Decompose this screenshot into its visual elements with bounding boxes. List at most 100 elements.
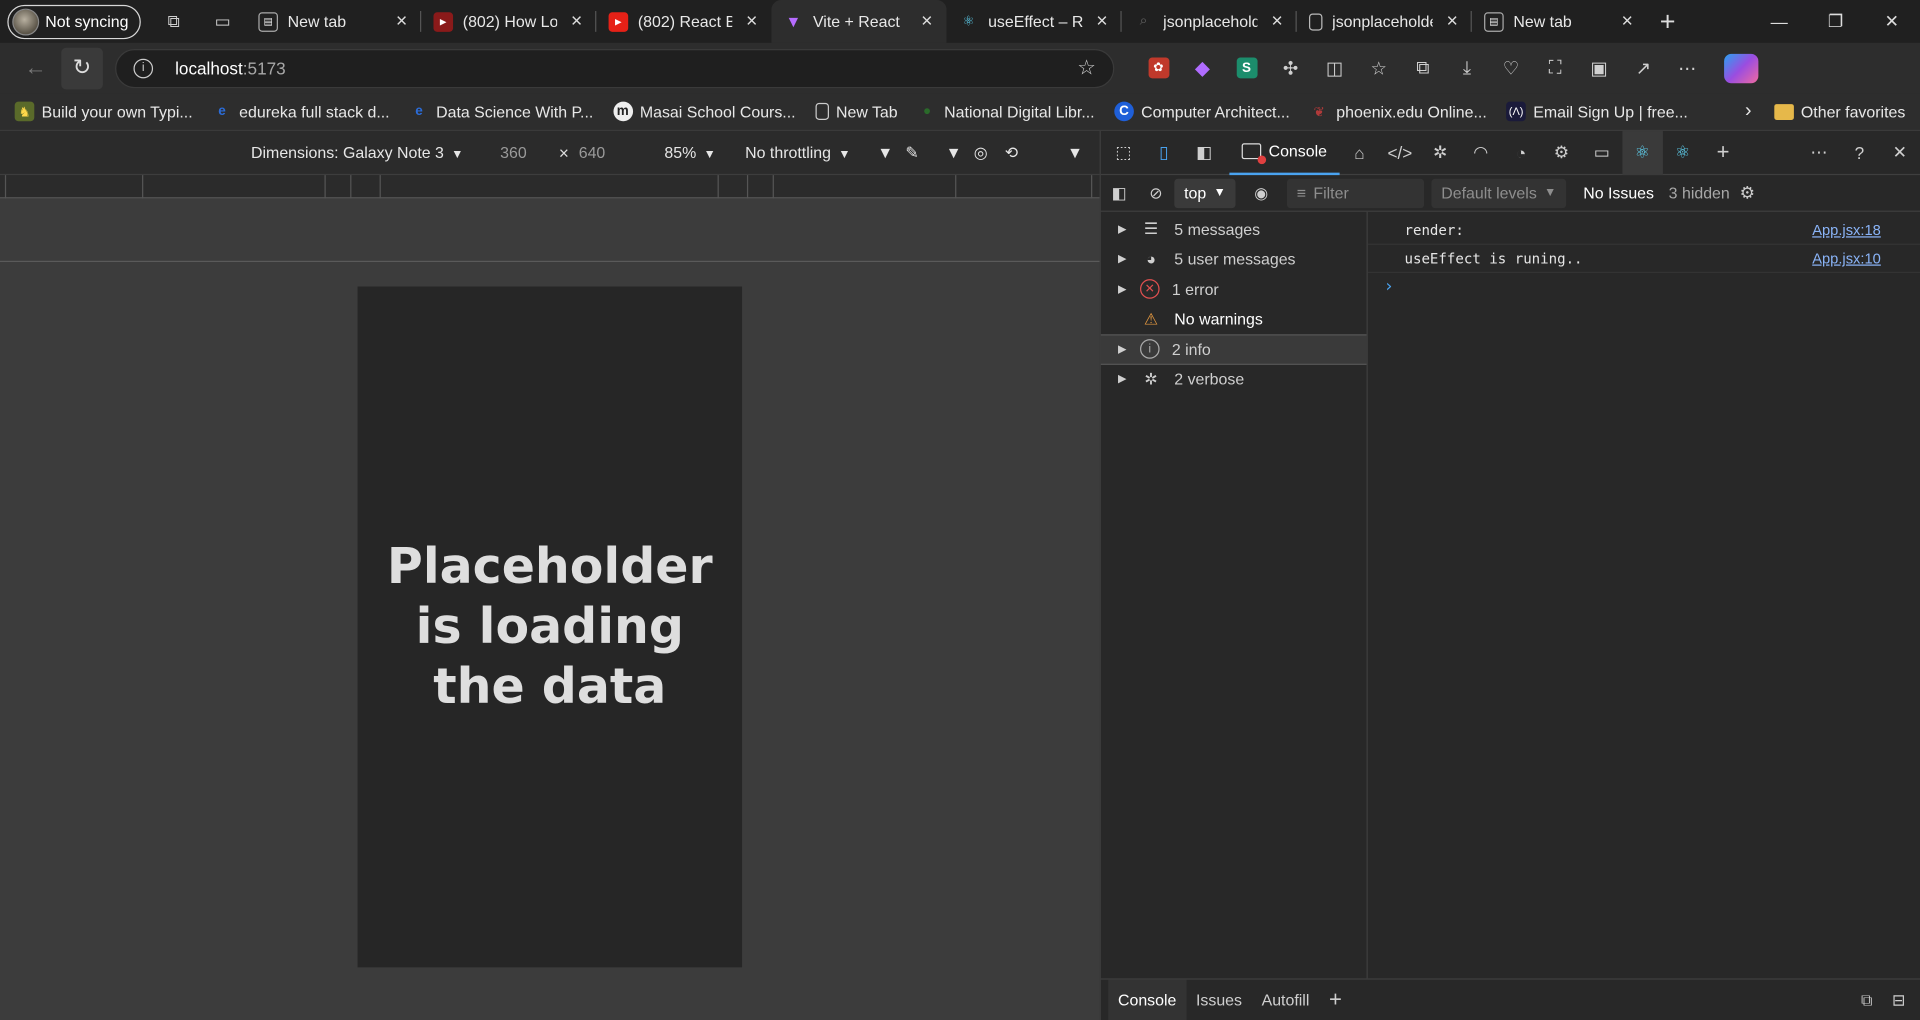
close-drawer-icon[interactable]: ⊟ <box>1892 990 1905 1010</box>
device-dimensions-select[interactable]: Dimensions: Galaxy Note 3 ▼ <box>251 143 463 161</box>
drawer-tab-issues[interactable]: Issues <box>1186 979 1252 1020</box>
eyedropper-icon[interactable]: ✎ <box>905 143 918 163</box>
sidebar-item-errors[interactable]: ▶ ✕ 1 error <box>1101 274 1367 304</box>
rotate-icon[interactable]: ⟲ <box>1005 143 1018 163</box>
log-levels-select[interactable]: Default levels ▼ <box>1431 178 1567 208</box>
more-menu-icon[interactable]: ⋯ <box>1665 48 1709 87</box>
close-icon[interactable]: × <box>1267 10 1287 32</box>
device-emulation-icon[interactable]: ▯ <box>1144 130 1184 174</box>
sources-bug-icon[interactable]: ✲ <box>1420 130 1460 174</box>
close-icon[interactable]: × <box>742 10 762 32</box>
close-icon[interactable]: × <box>1442 10 1462 32</box>
restore-icon[interactable]: ❐ <box>1807 0 1863 43</box>
welcome-home-icon[interactable]: ⌂ <box>1339 130 1379 174</box>
source-link[interactable]: App.jsx:18 <box>1812 222 1881 239</box>
settings-gear-icon[interactable]: ⚙ <box>1541 130 1581 174</box>
live-expression-eye-icon[interactable]: ◉ <box>1243 183 1280 203</box>
source-link[interactable]: App.jsx:10 <box>1812 250 1881 267</box>
zoom-select[interactable]: 85% ▼ <box>664 143 715 161</box>
bookmark-item[interactable]: e edureka full stack d... <box>202 102 399 122</box>
bookmark-item[interactable]: e Data Science With P... <box>399 102 603 122</box>
tab-youtube-2[interactable]: ▶ (802) React Basi × <box>596 0 771 43</box>
application-icon[interactable]: ▭ <box>1582 130 1622 174</box>
help-icon[interactable]: ? <box>1839 130 1879 174</box>
new-tab-button[interactable]: + <box>1647 6 1689 38</box>
workspaces-icon[interactable]: ⧉ <box>155 3 192 40</box>
sidebar-item-user-messages[interactable]: ▶ ◕ 5 user messages <box>1101 244 1367 274</box>
close-icon[interactable]: × <box>917 10 937 32</box>
sidebar-item-warnings[interactable]: ▶⚠No warnings <box>1101 304 1367 334</box>
reload-icon[interactable]: ↻ <box>61 47 103 89</box>
back-icon[interactable]: ← <box>15 47 57 89</box>
favorite-star-icon[interactable]: ☆ <box>1077 56 1096 80</box>
sensor-icon[interactable]: ◎ <box>974 143 988 163</box>
extension-s-icon[interactable]: S <box>1225 48 1269 87</box>
extension-red-icon[interactable]: ✿ <box>1136 48 1180 87</box>
tab-youtube-1[interactable]: ▶ (802) How Long × <box>421 0 597 43</box>
filter-input[interactable]: ≡ Filter <box>1286 178 1425 208</box>
extensions-puzzle-icon[interactable]: ✣ <box>1269 48 1313 87</box>
console-prompt[interactable]: › <box>1368 273 1920 300</box>
tab-new-tab-1[interactable]: ▤ New tab × <box>246 0 422 43</box>
other-favorites[interactable]: Other favorites <box>1767 102 1920 121</box>
bookmark-item[interactable]: ♞ Build your own Typi... <box>5 101 203 122</box>
sidebar-toggle-icon[interactable]: ▣ <box>1577 48 1621 87</box>
split-screen-icon[interactable]: ◫ <box>1313 48 1357 87</box>
drawer-tab-autofill[interactable]: Autofill <box>1252 979 1319 1020</box>
device-width-input[interactable]: 360 <box>500 143 549 161</box>
browser-essentials-icon[interactable]: ♡ <box>1489 48 1533 87</box>
dock-drawer-icon[interactable]: ⧉ <box>1861 990 1872 1010</box>
console-settings-gear-icon[interactable]: ⚙ <box>1740 182 1755 203</box>
bookmark-item[interactable]: ❦ phoenix.edu Online... <box>1300 102 1497 122</box>
favorites-icon[interactable]: ☆ <box>1357 48 1401 87</box>
profile-button[interactable]: Not syncing <box>7 4 141 39</box>
bookmark-item[interactable]: C Computer Architect... <box>1104 101 1299 122</box>
tab-jsonplaceholder-1[interactable]: ⌕ jsonplaceholde × <box>1122 0 1297 43</box>
tab-vite-react[interactable]: ▼ Vite + React × <box>771 0 947 43</box>
elements-icon[interactable]: </> <box>1380 130 1420 174</box>
sidebar-item-messages[interactable]: ▶ ☰ 5 messages <box>1101 214 1367 244</box>
tab-console[interactable]: Console <box>1229 130 1340 175</box>
tab-new-tab-2[interactable]: ▤ New tab × <box>1472 0 1647 43</box>
address-bar[interactable]: i localhost:5173 ☆ <box>115 48 1115 88</box>
close-icon[interactable]: × <box>567 10 587 32</box>
inspect-icon[interactable]: ⬚ <box>1103 130 1143 174</box>
close-icon[interactable]: × <box>392 10 412 32</box>
issues-button[interactable]: No Issues <box>1583 184 1654 202</box>
performance-icon[interactable]: ◔ <box>1501 130 1541 174</box>
close-devtools-icon[interactable]: ✕ <box>1880 130 1920 174</box>
clear-console-icon[interactable]: ⊘ <box>1138 183 1175 203</box>
chevron-down-icon[interactable]: ▼ <box>877 143 893 161</box>
chevron-down-icon[interactable]: ▼ <box>946 143 962 161</box>
drawer-tab-console[interactable]: Console <box>1108 978 1187 1020</box>
bookmark-item[interactable]: New Tab <box>805 102 907 121</box>
chevron-right-icon[interactable]: › <box>1730 100 1767 122</box>
close-window-icon[interactable]: ✕ <box>1864 0 1920 43</box>
more-options-icon[interactable]: ▼ <box>1067 143 1083 161</box>
sidebar-item-verbose[interactable]: ▶ ✲ 2 verbose <box>1101 364 1367 394</box>
collections-icon[interactable]: ⧉ <box>1401 48 1445 87</box>
react-profiler-icon[interactable]: ⚛ <box>1663 130 1703 174</box>
bookmark-item[interactable]: (Λ) Email Sign Up | free... <box>1497 101 1698 122</box>
add-tool-icon[interactable]: + <box>1703 130 1743 174</box>
sidebar-toggle-icon[interactable]: ◧ <box>1101 183 1138 203</box>
add-drawer-tab-icon[interactable]: + <box>1329 987 1342 1013</box>
tab-actions-icon[interactable]: ▭ <box>204 3 241 40</box>
close-icon[interactable]: × <box>1617 10 1637 32</box>
dock-icon[interactable]: ◧ <box>1184 130 1224 174</box>
minimize-icon[interactable]: — <box>1751 0 1807 43</box>
context-select[interactable]: top ▼ <box>1174 178 1236 208</box>
tab-useeffect[interactable]: ⚛ useEffect – Rea × <box>946 0 1122 43</box>
extension-purple-icon[interactable]: ◆ <box>1180 48 1224 87</box>
bookmark-item[interactable]: ● National Digital Libr... <box>907 102 1104 122</box>
share-icon[interactable]: ↗ <box>1621 48 1665 87</box>
close-icon[interactable]: × <box>1092 10 1112 32</box>
screenshot-icon[interactable]: ⛶ <box>1533 48 1577 87</box>
copilot-icon[interactable] <box>1724 53 1759 83</box>
network-wifi-icon[interactable]: ◠ <box>1460 130 1500 174</box>
device-height-input[interactable]: 640 <box>579 143 628 161</box>
sidebar-item-info[interactable]: ▶ i 2 info <box>1100 334 1367 365</box>
more-icon[interactable]: ⋯ <box>1799 130 1839 174</box>
bookmark-item[interactable]: m Masai School Cours... <box>603 101 805 122</box>
react-components-icon[interactable]: ⚛ <box>1622 130 1663 175</box>
